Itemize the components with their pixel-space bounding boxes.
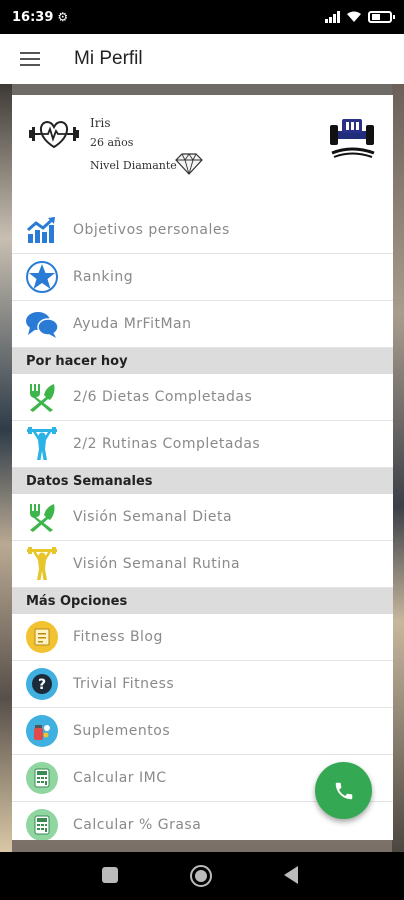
battery-icon <box>368 11 395 23</box>
svg-text:?: ? <box>38 677 46 693</box>
menu-item-label: Visión Semanal Dieta <box>73 509 233 525</box>
section-header-more: Más Opciones <box>12 588 393 614</box>
person-lifting-icon <box>24 546 60 582</box>
section-header-weekly: Datos Semanales <box>12 468 393 494</box>
menu-item-fitness-blog[interactable]: Fitness Blog <box>12 614 393 661</box>
status-icons <box>325 11 395 23</box>
menu-item-suplementos[interactable]: Suplementos <box>12 708 393 755</box>
menu-item-label: Calcular IMC <box>73 770 167 786</box>
background-edge-right <box>392 84 404 852</box>
heart-dumbbell-icon <box>29 120 79 149</box>
background-edge-left <box>0 84 12 852</box>
profile-header: Iris 26 años Nivel Diamante <box>12 95 393 207</box>
question-icon: ? <box>24 666 60 702</box>
menu-item-ranking[interactable]: Ranking <box>12 254 393 301</box>
menu-item-label: Ayuda MrFitMan <box>73 316 192 332</box>
menu-item-label: Calcular % Grasa <box>73 817 202 833</box>
menu-item-vision-dieta[interactable]: Visión Semanal Dieta <box>12 494 393 541</box>
back-icon[interactable] <box>284 866 298 884</box>
chat-bubbles-icon <box>24 306 60 342</box>
menu-item-dietas-completadas[interactable]: 2/6 Dietas Completadas <box>12 374 393 421</box>
blog-icon <box>24 619 60 655</box>
app-bar: Mi Perfil <box>0 34 404 84</box>
page-title: Mi Perfil <box>74 48 143 69</box>
menu-item-label: Visión Semanal Rutina <box>73 556 241 572</box>
menu-item-objetivos[interactable]: Objetivos personales <box>12 207 393 254</box>
hamburger-menu-icon[interactable] <box>20 52 40 66</box>
menu-item-label: Objetivos personales <box>73 222 230 238</box>
menu-item-trivial-fitness[interactable]: ? Trivial Fitness <box>12 661 393 708</box>
menu-item-label: Ranking <box>73 269 134 285</box>
menu-item-label: 2/2 Rutinas Completadas <box>73 436 261 452</box>
menu-item-label: 2/6 Dietas Completadas <box>73 389 253 405</box>
phone-icon <box>335 782 352 799</box>
home-icon[interactable] <box>190 865 212 887</box>
menu-item-vision-rutina[interactable]: Visión Semanal Rutina <box>12 541 393 588</box>
menu-item-rutinas-completadas[interactable]: 2/2 Rutinas Completadas <box>12 421 393 468</box>
menu-item-label: Trivial Fitness <box>73 676 175 692</box>
profile-card: Iris 26 años Nivel Diamante Objetivos pe… <box>12 95 393 840</box>
fork-knife-icon <box>24 499 60 535</box>
recents-icon[interactable] <box>102 867 118 883</box>
star-icon <box>24 259 60 295</box>
menu-item-label: Fitness Blog <box>73 629 163 645</box>
mrfitman-coaching-logo <box>330 119 375 158</box>
diamond-icon <box>175 153 203 175</box>
calculator-icon <box>24 760 60 796</box>
gear-icon: ⚙ <box>57 10 69 24</box>
supplements-icon <box>24 713 60 749</box>
calculator-icon <box>24 807 60 840</box>
person-lifting-icon <box>24 426 60 462</box>
profile-name: Iris <box>90 116 111 130</box>
status-time: 16:39 <box>12 9 54 25</box>
profile-level: Nivel Diamante <box>90 159 177 172</box>
menu-item-ayuda[interactable]: Ayuda MrFitMan <box>12 301 393 348</box>
menu-item-label: Suplementos <box>73 723 171 739</box>
fork-knife-icon <box>24 379 60 415</box>
call-fab-button[interactable] <box>315 762 372 819</box>
signal-icon <box>325 11 340 23</box>
chart-growth-icon <box>24 212 60 248</box>
status-bar: 16:39 ⚙ <box>0 0 404 34</box>
profile-age: 26 años <box>90 136 134 149</box>
section-header-today: Por hacer hoy <box>12 348 393 374</box>
wifi-icon <box>347 11 361 22</box>
